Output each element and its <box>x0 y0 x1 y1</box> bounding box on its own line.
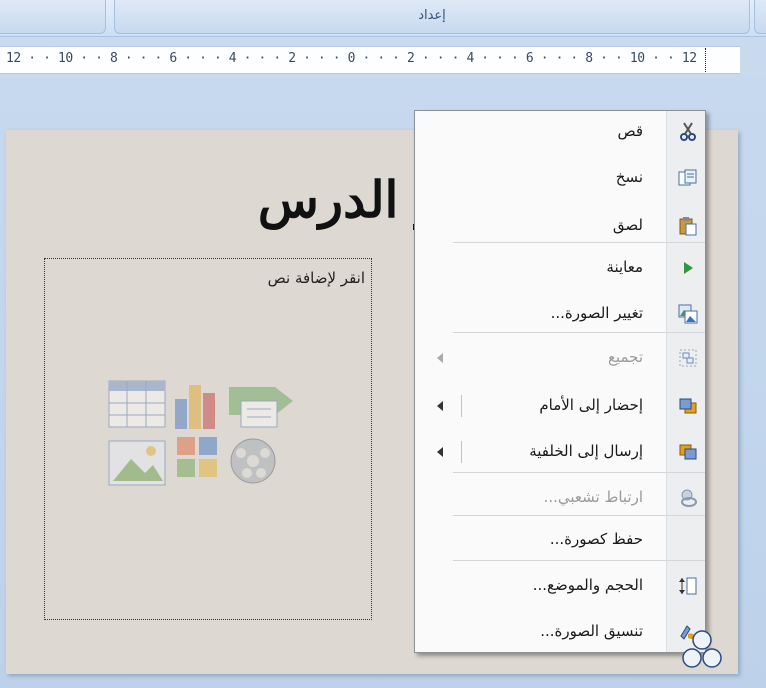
ribbon: إعداد <box>0 0 766 37</box>
menu-item-send-backward[interactable]: إرسال إلى الخلفية <box>415 433 705 471</box>
menu-item-size-position[interactable]: الحجم والموضع... <box>415 567 705 605</box>
insert-chart-icon[interactable] <box>175 385 215 429</box>
ruler-scale: 12 · · 10 · · 8 · · · 6 · · · 4 · · · 2 … <box>6 51 697 66</box>
send-backward-icon <box>677 441 699 463</box>
slide-title[interactable]: ر الدرس <box>160 170 440 250</box>
submenu-arrow-icon <box>437 353 443 363</box>
menu-item-label: الحجم والموضع... <box>532 576 643 594</box>
menu-item-label: حفظ كصورة... <box>549 530 643 548</box>
placeholder-text: انقر لإضافة نص <box>267 269 365 287</box>
menu-separator <box>453 515 705 516</box>
menu-item-paste[interactable]: لصق <box>415 207 705 245</box>
menu-item-preview[interactable]: معاينة <box>415 249 705 287</box>
menu-item-label: لصق <box>612 216 643 234</box>
play-icon <box>677 257 699 279</box>
insert-table-icon[interactable] <box>108 380 166 428</box>
menu-item-label: تنسيق الصورة... <box>540 622 643 640</box>
menu-item-label: معاينة <box>606 258 643 276</box>
ruler-end <box>740 46 766 74</box>
menu-item-label: قص <box>617 122 643 140</box>
submenu-split <box>461 395 462 417</box>
submenu-arrow-icon[interactable] <box>437 447 443 457</box>
menu-item-label: إحضار إلى الأمام <box>539 396 643 414</box>
menu-item-format-picture[interactable]: تنسيق الصورة... <box>415 613 705 651</box>
ruler-indent-marker[interactable] <box>705 48 706 72</box>
menu-item-label: تجميع <box>607 348 643 366</box>
menu-separator <box>453 472 705 473</box>
ribbon-group-setup[interactable]: إعداد <box>114 0 750 34</box>
insert-picture-icon[interactable] <box>108 440 166 486</box>
size-position-icon <box>677 575 699 597</box>
menu-item-group[interactable]: تجميع <box>415 339 705 377</box>
ribbon-group-right <box>754 0 766 34</box>
rotation-handle-icon[interactable] <box>680 628 724 678</box>
horizontal-ruler[interactable]: 12 · · 10 · · 8 · · · 6 · · · 4 · · · 2 … <box>0 46 740 74</box>
paste-icon <box>677 215 699 237</box>
menu-item-copy[interactable]: نسخ <box>415 159 705 197</box>
ribbon-group-left <box>0 0 106 34</box>
ribbon-group-label: إعداد <box>418 8 446 23</box>
menu-item-label: إرسال إلى الخلفية <box>529 442 643 460</box>
menu-item-save-as-picture[interactable]: حفظ كصورة... <box>415 521 705 559</box>
menu-separator <box>453 242 705 243</box>
menu-separator <box>453 560 705 561</box>
content-placeholder[interactable]: انقر لإضافة نص <box>44 258 372 620</box>
copy-icon <box>677 167 699 189</box>
menu-item-cut[interactable]: قص <box>415 113 705 151</box>
menu-item-bring-forward[interactable]: إحضار إلى الأمام <box>415 387 705 425</box>
scissors-icon <box>677 121 699 143</box>
insert-media-icon[interactable] <box>230 438 276 484</box>
menu-separator <box>453 332 705 333</box>
menu-item-hyperlink[interactable]: ارتباط تشعبي... <box>415 479 705 517</box>
submenu-split <box>461 441 462 463</box>
submenu-arrow-icon[interactable] <box>437 401 443 411</box>
insert-smartart-icon[interactable] <box>229 387 293 428</box>
insert-content-icons <box>108 380 293 486</box>
bring-forward-icon <box>677 395 699 417</box>
change-picture-icon <box>677 303 699 325</box>
insert-clipart-icon[interactable] <box>177 437 217 477</box>
group-icon <box>677 347 699 369</box>
context-menu: قص نسخ لصق معاينة تغيير الصورة... تجميع <box>414 110 706 653</box>
menu-item-change-picture[interactable]: تغيير الصورة... <box>415 295 705 333</box>
menu-item-label: ارتباط تشعبي... <box>543 488 643 506</box>
hyperlink-icon <box>677 487 699 509</box>
menu-item-label: تغيير الصورة... <box>550 304 643 322</box>
menu-item-label: نسخ <box>615 168 643 186</box>
